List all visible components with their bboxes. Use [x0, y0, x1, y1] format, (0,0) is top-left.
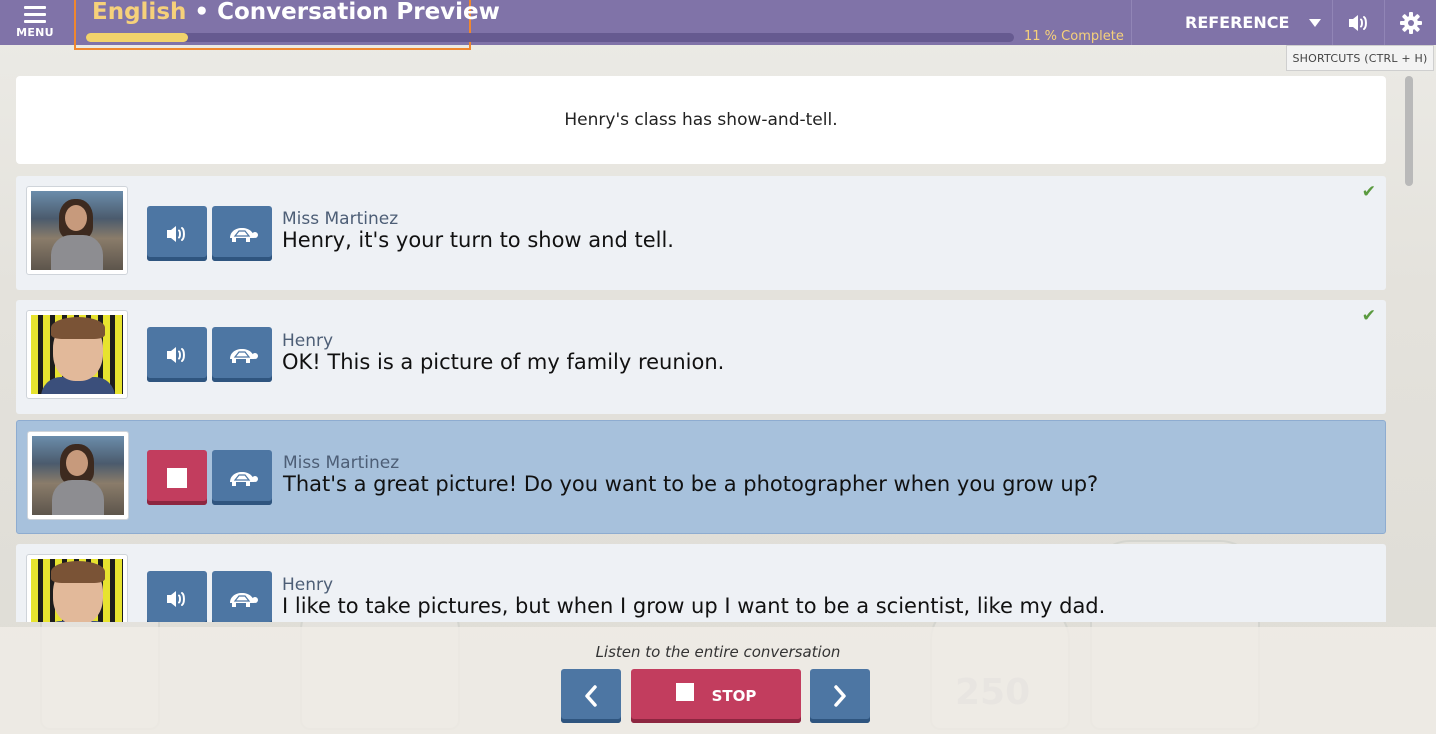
caret-down-icon	[1309, 18, 1322, 27]
title-language: English	[92, 0, 187, 25]
title-separator: •	[194, 0, 210, 25]
speaker-icon	[1348, 14, 1367, 31]
lesson-title-area: English • Conversation Preview	[74, 0, 500, 50]
speaker-name: Miss Martinez	[283, 453, 400, 473]
scrollbar-thumb[interactable]	[1405, 76, 1413, 186]
conversation-line: Henry OK! This is a picture of my family…	[16, 300, 1386, 414]
avatar	[26, 554, 128, 622]
slow-audio-button[interactable]	[212, 206, 272, 261]
line-text: That's a great picture! Do you want to b…	[283, 472, 1099, 496]
scrollbar[interactable]	[1402, 76, 1414, 622]
menu-button[interactable]: MENU	[0, 0, 70, 45]
line-text: I like to take pictures, but when I grow…	[282, 594, 1106, 618]
menu-label: MENU	[16, 26, 54, 39]
speaker-name: Miss Martinez	[282, 209, 399, 229]
turtle-icon	[230, 471, 258, 486]
conversation-line: Miss Martinez Henry, it's your turn to s…	[16, 176, 1386, 290]
instruction-text: Listen to the entire conversation	[595, 643, 841, 661]
speaker-name: Henry	[282, 575, 334, 595]
conversation-line-active: Miss Martinez That's a great picture! Do…	[16, 420, 1386, 534]
stop-icon	[675, 683, 694, 701]
line-text: OK! This is a picture of my family reuni…	[282, 350, 725, 374]
bottom-controls: Listen to the entire conversation STOP	[0, 627, 1436, 734]
slow-audio-button[interactable]	[212, 327, 272, 382]
teacher-photo	[32, 436, 124, 515]
reference-dropdown[interactable]: REFERENCE	[1132, 0, 1332, 45]
top-bar: MENU English • Conversation Preview 11 %…	[0, 0, 1436, 50]
speaker-name: Henry	[282, 331, 334, 351]
stop-label: STOP	[711, 687, 757, 705]
play-audio-button[interactable]	[147, 327, 207, 382]
boy-photo	[31, 315, 123, 394]
next-button[interactable]	[810, 669, 870, 723]
scene-description-card: Henry's class has show-and-tell.	[16, 76, 1386, 164]
reference-label: REFERENCE	[1185, 13, 1290, 32]
settings-button[interactable]	[1384, 0, 1436, 45]
checkmark-icon: ✔	[1361, 306, 1376, 326]
stop-button[interactable]: STOP	[631, 669, 801, 723]
play-audio-button[interactable]	[147, 571, 207, 622]
progress-fill	[86, 33, 189, 42]
chevron-right-icon	[834, 685, 846, 707]
progress-label: 11 % Complete	[1024, 29, 1124, 44]
chevron-left-icon	[585, 685, 597, 707]
stop-icon	[167, 467, 187, 488]
checkmark-icon: ✔	[1361, 182, 1376, 202]
gear-icon	[1399, 11, 1422, 34]
slow-audio-button[interactable]	[212, 571, 272, 622]
previous-button[interactable]	[561, 669, 621, 723]
title-text: Conversation Preview	[217, 0, 500, 25]
line-text: Henry, it's your turn to show and tell.	[282, 228, 674, 252]
speaker-icon	[167, 590, 185, 607]
turtle-icon	[230, 348, 258, 363]
avatar	[27, 431, 129, 520]
turtle-icon	[230, 592, 258, 607]
progress-bar	[86, 33, 1014, 42]
speaker-icon	[167, 346, 185, 363]
stop-audio-button[interactable]	[147, 450, 207, 505]
avatar	[26, 310, 128, 399]
boy-photo	[31, 559, 123, 622]
slow-audio-button[interactable]	[212, 450, 272, 505]
speaker-icon	[167, 225, 185, 242]
avatar	[26, 186, 128, 275]
audio-button[interactable]	[1332, 0, 1384, 45]
turtle-icon	[230, 227, 258, 242]
page-title: English • Conversation Preview	[92, 0, 500, 25]
shortcuts-tooltip: SHORTCUTS (CTRL + H)	[1286, 45, 1434, 71]
teacher-photo	[31, 191, 123, 270]
play-audio-button[interactable]	[147, 206, 207, 261]
scene-description: Henry's class has show-and-tell.	[564, 110, 838, 130]
hamburger-icon	[24, 6, 46, 23]
conversation-line: Henry I like to take pictures, but when …	[16, 544, 1386, 622]
